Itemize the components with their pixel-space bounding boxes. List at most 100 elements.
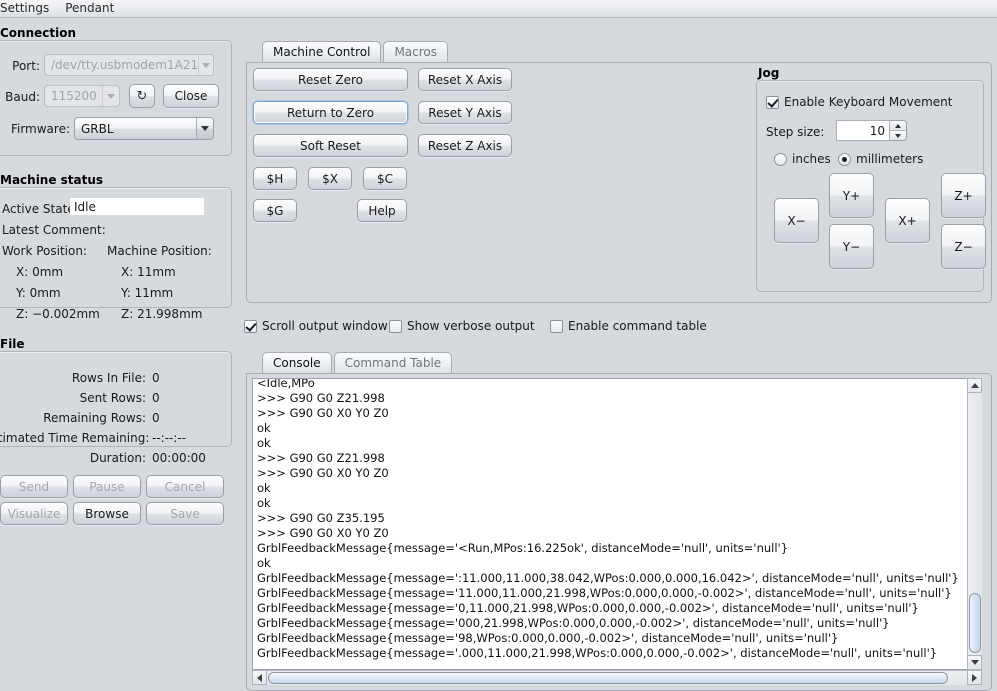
baud-label: Baud: <box>5 90 40 104</box>
checkbox-icon <box>389 319 402 333</box>
port-label: Port: <box>12 59 40 73</box>
work-position-x: X: 0mm <box>16 265 64 279</box>
save-button[interactable]: Save <box>146 502 224 525</box>
console-line: >>> G90 G0 Z35.195 <box>257 511 385 525</box>
unit-inches-label: inches <box>792 152 831 166</box>
console-line: >>> G90 G0 X0 Y0 Z0 <box>257 406 389 420</box>
chevron-down-icon <box>198 55 213 75</box>
show-verbose-output-label: Show verbose output <box>407 319 535 333</box>
console-output[interactable]: <Idle,MPo >>> G90 G0 Z21.998 >>> G90 G0 X0… <box>252 378 982 670</box>
visualize-button[interactable]: Visualize <box>0 502 68 525</box>
scroll-output-window-checkbox[interactable]: Scroll output window <box>244 319 388 333</box>
send-button[interactable]: Send <box>0 475 68 498</box>
jog-z-minus-button[interactable]: Z− <box>941 224 986 269</box>
step-size-label: Step size: <box>766 125 825 139</box>
tab-command-table[interactable]: Command Table <box>333 352 453 373</box>
step-size-value: 10 <box>869 123 885 138</box>
menu-item-pendant[interactable]: Pendant <box>57 0 122 17</box>
jog-z-plus-button[interactable]: Z+ <box>941 173 986 218</box>
sent-rows-value: 0 <box>152 391 160 405</box>
eta-value: --:--:-- <box>152 431 187 445</box>
console-line: GrblFeedbackMessage{message=':11.000,11.… <box>257 571 959 585</box>
help-button[interactable]: Help <box>357 199 407 222</box>
return-to-zero-button[interactable]: Return to Zero <box>253 101 408 124</box>
console-line: >>> G90 G0 Z21.998 <box>257 451 385 465</box>
jog-x-plus-button[interactable]: X+ <box>885 198 930 243</box>
refresh-ports-button[interactable]: ↻ <box>129 84 155 108</box>
rows-in-file-label: Rows In File: <box>71 371 146 385</box>
cmd-h-button[interactable]: $H <box>253 167 297 190</box>
firmware-label: Firmware: <box>10 122 70 136</box>
cmd-g-button[interactable]: $G <box>253 199 297 222</box>
checkbox-icon <box>550 319 563 333</box>
chevron-down-icon <box>102 86 119 106</box>
reset-y-axis-button[interactable]: Reset Y Axis <box>418 101 512 124</box>
stepper-up-icon[interactable] <box>890 121 906 131</box>
refresh-icon: ↻ <box>136 88 148 104</box>
console-line: ok <box>257 436 271 450</box>
reset-zero-button[interactable]: Reset Zero <box>253 68 408 91</box>
browse-button[interactable]: Browse <box>73 502 141 525</box>
scroll-up-button[interactable] <box>967 378 982 393</box>
machine-position-label: Machine Position: <box>107 244 212 258</box>
horizontal-scroll-thumb[interactable] <box>268 672 948 684</box>
latest-comment-label: Latest Comment: <box>2 223 106 237</box>
console-line: GrblFeedbackMessage{message='<Run,MPos:1… <box>257 541 789 555</box>
active-state-value: Idle <box>70 198 204 215</box>
console-line: GrblFeedbackMessage{message='0,11.000,21… <box>257 601 919 615</box>
pause-button[interactable]: Pause <box>73 475 141 498</box>
console-horizontal-scrollbar[interactable] <box>252 670 982 685</box>
tab-machine-control[interactable]: Machine Control <box>262 41 382 62</box>
console-line: GrblFeedbackMessage{message='98,WPos:0.0… <box>257 631 839 645</box>
console-line: ok <box>257 556 271 570</box>
console-vertical-scrollbar[interactable] <box>967 378 982 670</box>
duration-value: 00:00:00 <box>152 451 206 465</box>
console-line: ok <box>257 496 271 510</box>
cmd-c-button[interactable]: $C <box>363 167 407 190</box>
jog-y-minus-button[interactable]: Y− <box>829 224 874 269</box>
scroll-right-button[interactable] <box>967 670 982 685</box>
file-panel: File Rows In File: 0 Sent Rows: 0 Remain… <box>0 337 232 465</box>
enable-command-table-checkbox[interactable]: Enable command table <box>550 319 707 333</box>
eta-label: Estimated Time Remaining: <box>0 431 150 445</box>
radio-icon <box>838 152 851 166</box>
scroll-left-button[interactable] <box>252 670 267 685</box>
vertical-scroll-thumb[interactable] <box>969 593 981 653</box>
remaining-rows-label: Remaining Rows: <box>43 411 146 425</box>
close-connection-button[interactable]: Close <box>163 84 219 108</box>
cancel-button[interactable]: Cancel <box>146 475 224 498</box>
scroll-down-button[interactable] <box>967 655 982 670</box>
unit-millimeters-radio[interactable]: millimeters <box>838 152 923 166</box>
connection-panel: Connection Port: /dev/tty.usbmodem1A21 B… <box>0 26 232 156</box>
console-line: <Idle,MPo <box>257 378 315 390</box>
port-combo[interactable]: /dev/tty.usbmodem1A21 <box>44 54 214 76</box>
stepper-down-icon[interactable] <box>890 131 906 140</box>
reset-x-axis-button[interactable]: Reset X Axis <box>418 68 512 91</box>
step-size-input[interactable]: 10 <box>836 120 890 141</box>
enable-command-table-label: Enable command table <box>568 319 707 333</box>
baud-combo[interactable]: 115200 <box>44 85 120 107</box>
unit-inches-radio[interactable]: inches <box>774 152 831 166</box>
cmd-x-button[interactable]: $X <box>308 167 352 190</box>
work-position-label: Work Position: <box>2 244 87 258</box>
step-size-stepper[interactable] <box>890 120 907 141</box>
jog-y-plus-button[interactable]: Y+ <box>829 173 874 218</box>
firmware-combo[interactable]: GRBL <box>74 117 214 140</box>
reset-z-axis-button[interactable]: Reset Z Axis <box>418 134 512 157</box>
checkbox-icon <box>766 95 779 109</box>
menubar: Settings Pendant <box>0 0 997 18</box>
jog-panel: Jog Enable Keyboard Movement Step size: … <box>756 66 986 292</box>
file-title: File <box>0 337 25 351</box>
enable-keyboard-movement-label: Enable Keyboard Movement <box>784 95 953 109</box>
menu-item-settings[interactable]: Settings <box>0 0 57 17</box>
control-tabstrip: Machine Control Macros <box>262 41 449 62</box>
tab-console[interactable]: Console <box>262 352 332 373</box>
tab-macros[interactable]: Macros <box>383 41 449 62</box>
enable-keyboard-movement-checkbox[interactable]: Enable Keyboard Movement <box>766 95 952 109</box>
soft-reset-button[interactable]: Soft Reset <box>253 134 408 157</box>
work-position-y: Y: 0mm <box>16 286 61 300</box>
show-verbose-output-checkbox[interactable]: Show verbose output <box>389 319 535 333</box>
checkbox-icon <box>244 319 257 333</box>
unit-millimeters-label: millimeters <box>856 152 924 166</box>
jog-x-minus-button[interactable]: X− <box>774 198 819 243</box>
